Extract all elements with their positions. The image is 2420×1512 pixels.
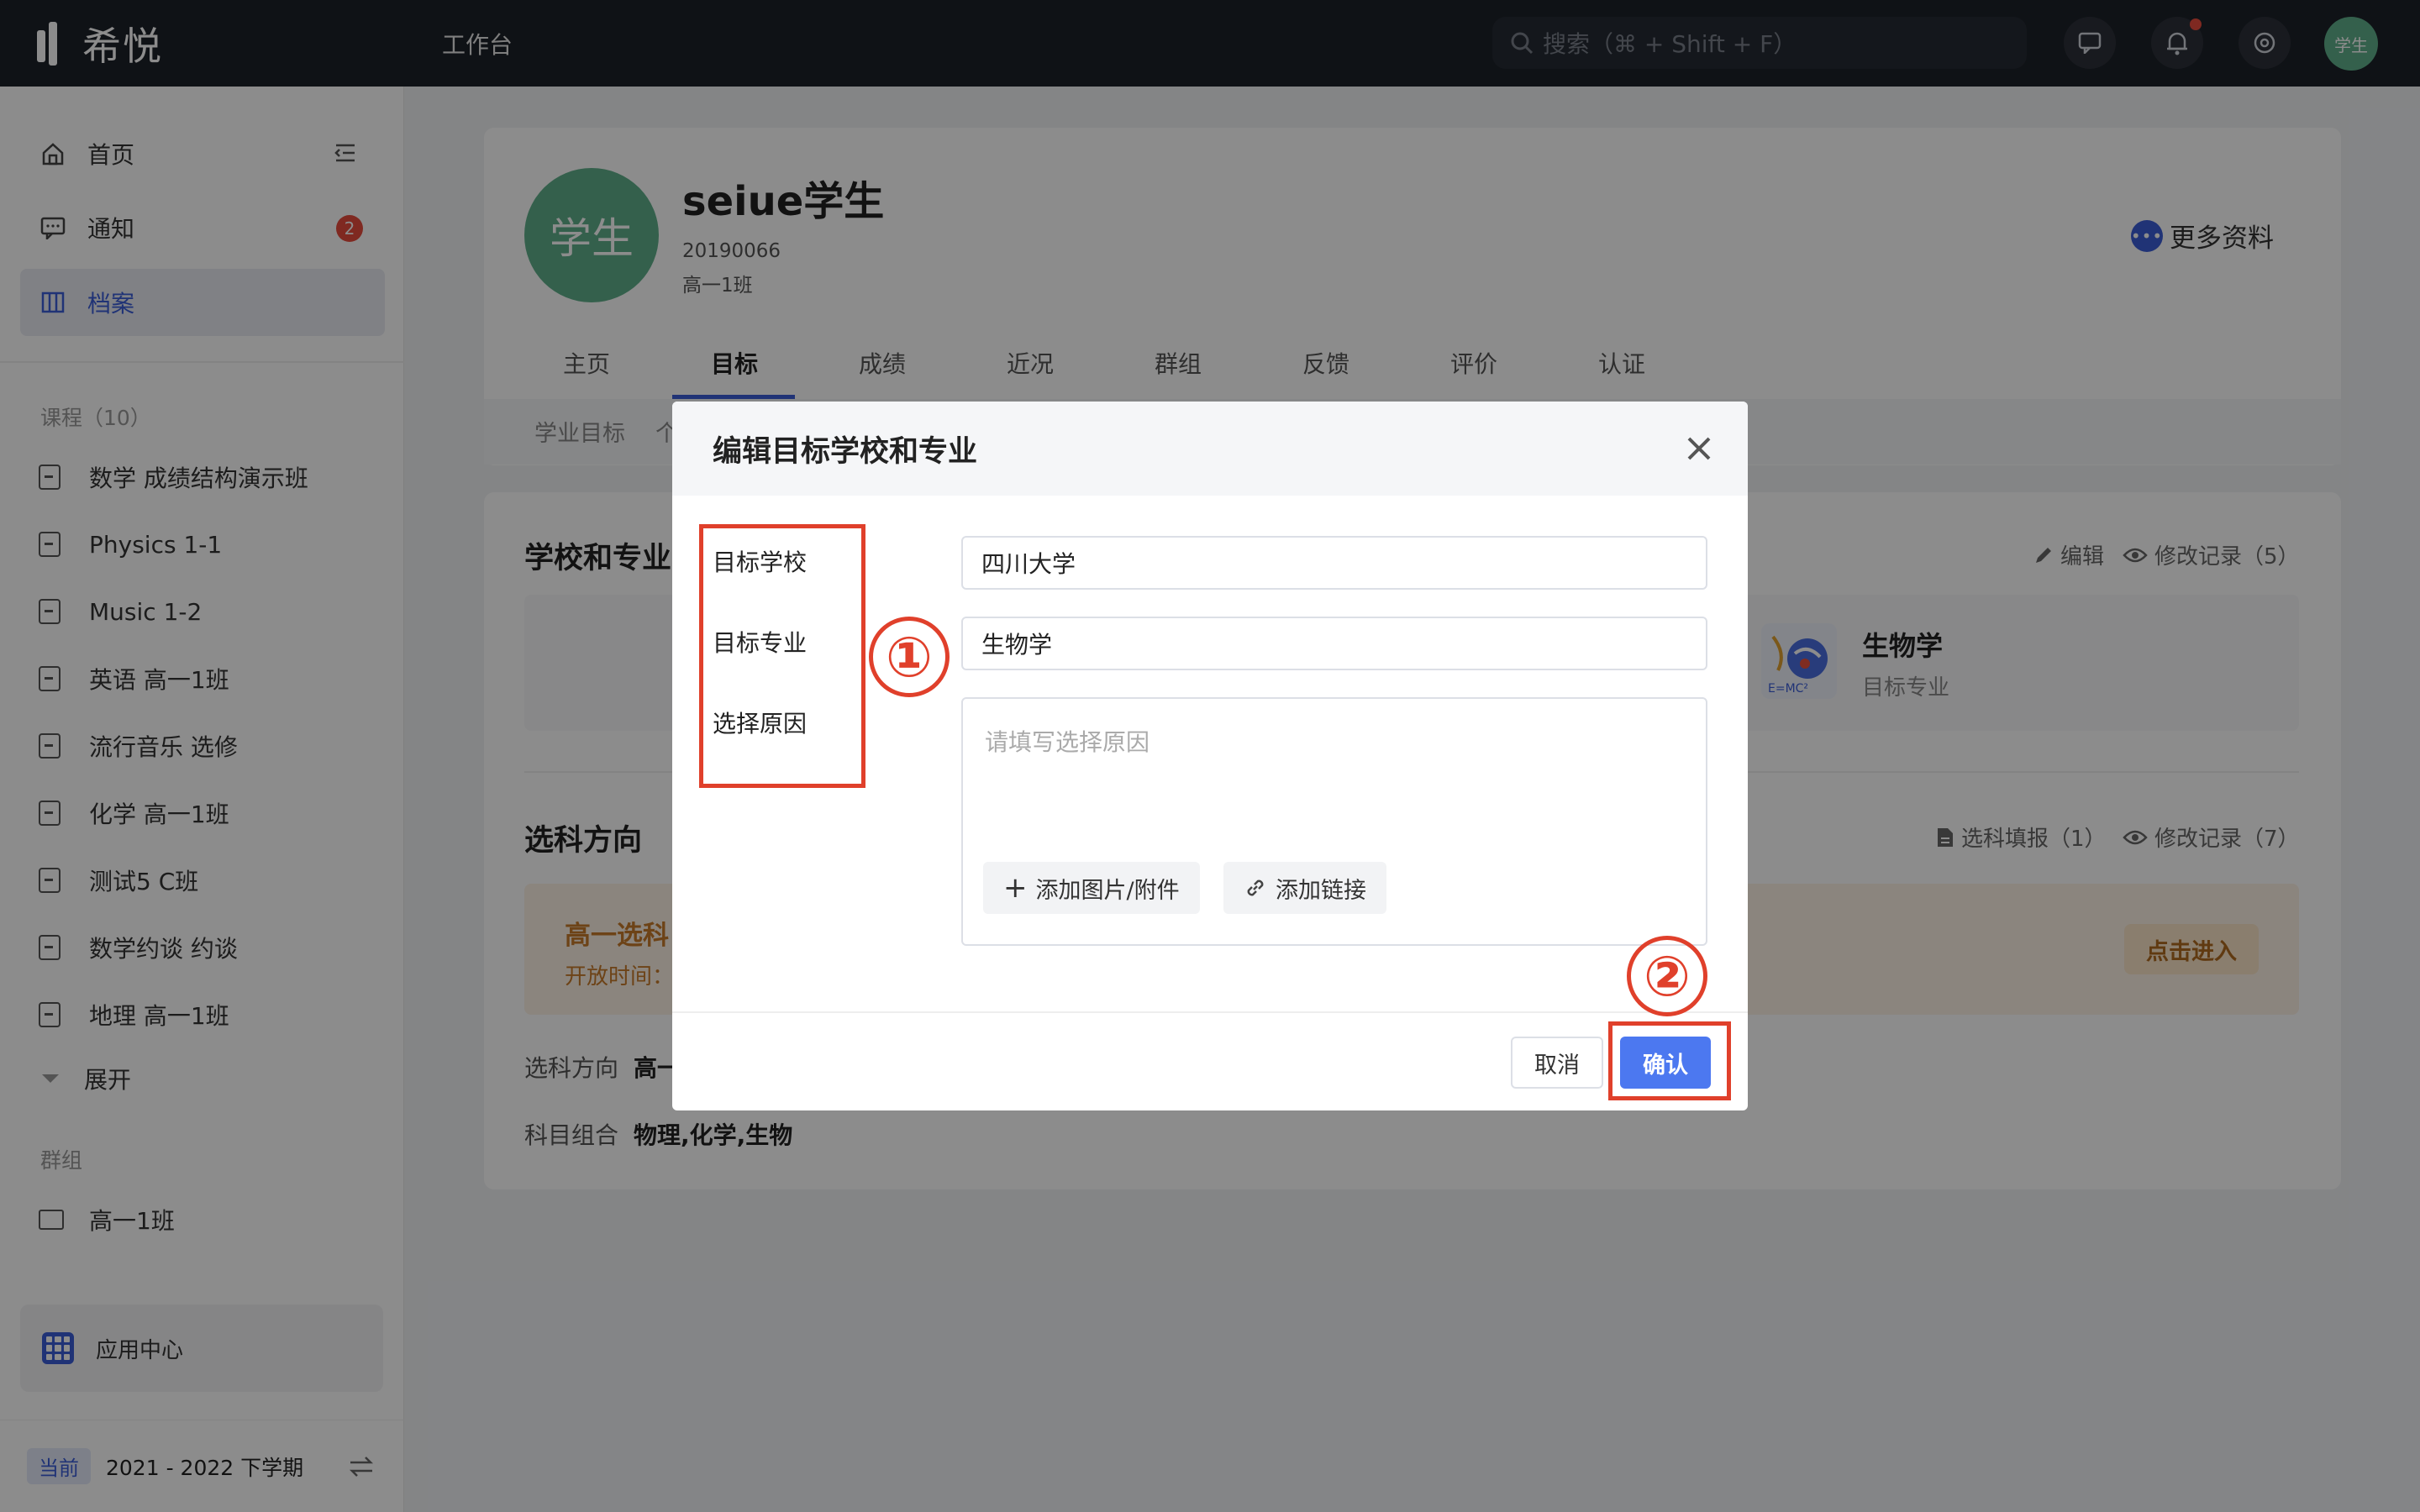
- dialog-header: 编辑目标学校和专业: [672, 402, 1748, 496]
- plus-icon: +: [1003, 871, 1028, 905]
- target-school-input[interactable]: 四川大学: [961, 536, 1707, 590]
- add-link-label: 添加链接: [1276, 877, 1366, 904]
- cancel-button[interactable]: 取消: [1511, 1037, 1603, 1089]
- reason-placeholder: 请填写选择原因: [985, 728, 1150, 756]
- annotation-box-confirm: [1608, 1021, 1731, 1100]
- dialog-title: 编辑目标学校和专业: [713, 434, 978, 469]
- target-major-input[interactable]: 生物学: [961, 617, 1707, 670]
- dialog-footer-divider: [672, 1011, 1748, 1013]
- annotation-box-labels: [699, 524, 865, 788]
- add-attachment-label: 添加图片/附件: [1035, 877, 1180, 904]
- add-link-button[interactable]: 添加链接: [1223, 862, 1386, 914]
- close-icon[interactable]: [1677, 427, 1721, 470]
- major-value: 生物学: [981, 631, 1053, 659]
- annotation-step-1: ①: [869, 617, 950, 697]
- annotation-step-2: ②: [1627, 936, 1707, 1016]
- add-attachment-button[interactable]: + 添加图片/附件: [983, 862, 1200, 914]
- school-value: 四川大学: [981, 550, 1076, 578]
- link-icon: [1247, 879, 1264, 896]
